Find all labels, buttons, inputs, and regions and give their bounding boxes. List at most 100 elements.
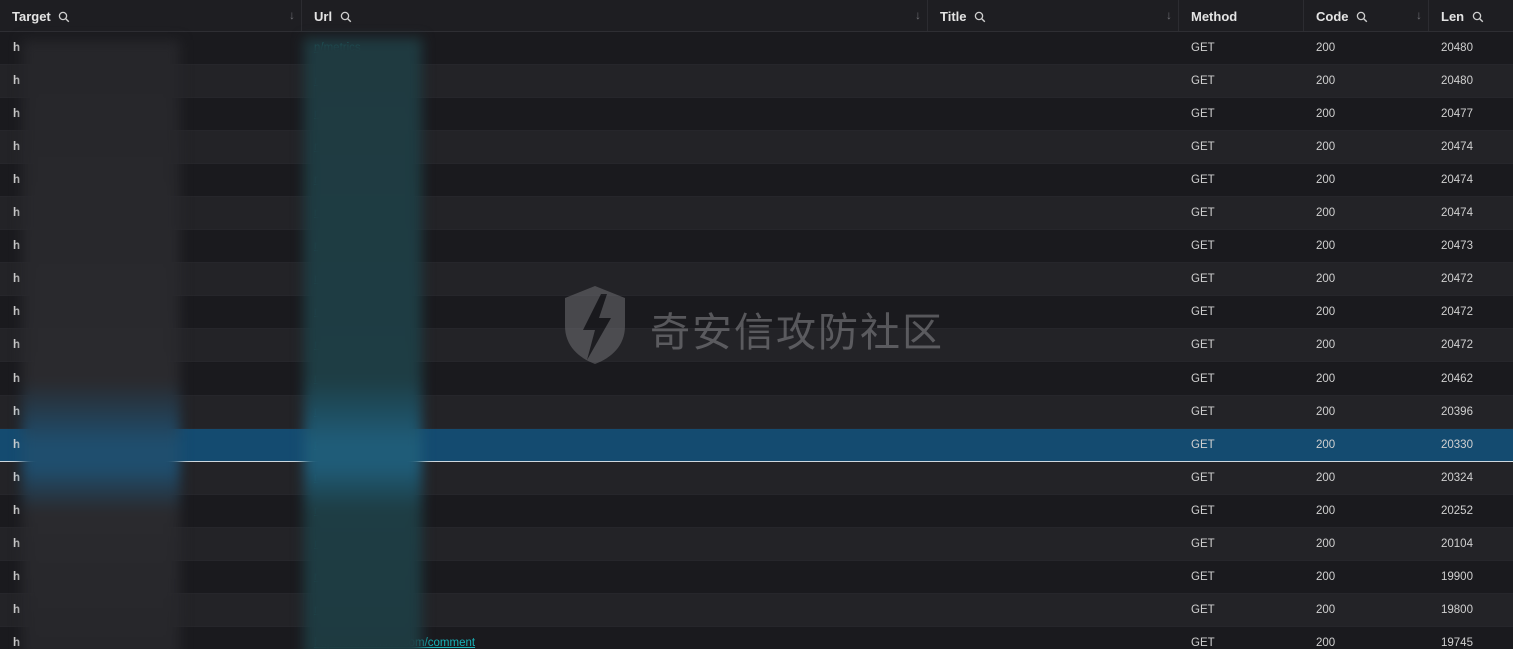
cell-title [940, 561, 1170, 594]
cell-target: h [13, 372, 21, 385]
table-row[interactable]: h n/log GET 200 20330 [0, 428, 1513, 462]
search-icon[interactable] [340, 11, 352, 23]
cell-len: 20472 [1441, 306, 1473, 319]
cell-url: n/simage [314, 363, 914, 396]
cell-target: h [13, 42, 21, 54]
cell-code: 200 [1316, 372, 1336, 385]
search-icon[interactable] [1472, 11, 1484, 23]
search-icon[interactable] [1356, 11, 1368, 23]
table-row[interactable]: h n/prom GET 200 20480 [0, 65, 1513, 99]
table-row[interactable]: h n/upgrade GET 200 20473 [0, 230, 1513, 264]
column-label-url: Url [314, 9, 333, 25]
url-link[interactable]: n/mtv [314, 108, 342, 120]
column-label-len: Len [1441, 9, 1465, 25]
column-header-method[interactable]: Method [1179, 0, 1304, 31]
url-link[interactable]: n/update [314, 406, 359, 418]
cell-target: h [13, 240, 21, 253]
cell-target: h [13, 75, 21, 88]
url-link[interactable]: n/upgrade [314, 240, 366, 252]
sort-arrow-icon[interactable]: ↓ [1166, 0, 1172, 31]
cell-target: h [13, 273, 21, 286]
sort-arrow-icon[interactable]: ↓ [289, 0, 295, 31]
cell-code: 200 [1316, 273, 1336, 286]
cell-target: h [13, 108, 21, 121]
cell-method: GET [1191, 108, 1215, 121]
cell-code: 200 [1316, 207, 1336, 220]
table-row[interactable]: h n/simage GET 200 20462 [0, 362, 1513, 396]
url-link[interactable]: n/simage [314, 373, 361, 385]
table-row[interactable]: h n/appimg GET 200 20474 [0, 131, 1513, 165]
url-link[interactable]: n/registry [314, 538, 361, 550]
cell-len: 19800 [1441, 603, 1473, 616]
cell-url: n/prom [314, 65, 914, 98]
cell-title [940, 363, 1170, 396]
table-row[interactable]: h n/deploy GET 200 20474 [0, 197, 1513, 231]
cell-method: GET [1191, 174, 1215, 187]
results-table: Target ↓ Url ↓ Title ↓ Method Code ↓ Len… [0, 0, 1513, 649]
cell-url: n/mtv [314, 98, 914, 131]
url-link[interactable]: n/social [314, 174, 353, 186]
cell-url: n/update [314, 396, 914, 429]
url-link[interactable]: n/feedback [314, 273, 370, 285]
table-row[interactable]: h n/social GET 200 20474 [0, 164, 1513, 198]
table-row[interactable]: h n/webim GET 200 19900 [0, 560, 1513, 594]
column-header-url[interactable]: Url ↓ [302, 0, 928, 31]
table-row[interactable]: h n/metrics GET 200 20480 [0, 32, 1513, 65]
url-link[interactable]: http://scs.sohucs.com/comment [314, 637, 475, 649]
cell-url: n/passport [314, 594, 914, 627]
url-link[interactable]: n/app [314, 472, 343, 484]
cell-title [940, 197, 1170, 230]
cell-len: 19900 [1441, 570, 1473, 583]
column-header-title[interactable]: Title ↓ [928, 0, 1179, 31]
cell-target: h [13, 537, 21, 550]
table-row[interactable]: h n/app GET 200 20324 [0, 461, 1513, 495]
url-link[interactable]: n/metrics [314, 42, 361, 54]
url-link[interactable]: n/deploy [314, 207, 357, 219]
cell-url: n/app [314, 462, 914, 495]
url-link[interactable]: n/auto [314, 505, 346, 517]
cell-target: h [13, 570, 21, 583]
cell-code: 200 [1316, 504, 1336, 517]
cell-len: 19745 [1441, 636, 1473, 649]
cell-code: 200 [1316, 240, 1336, 253]
cell-target: h [13, 603, 21, 616]
cell-title [940, 495, 1170, 528]
url-link[interactable]: n/freemail [314, 339, 365, 351]
cell-title [940, 32, 1170, 65]
sort-arrow-icon[interactable]: ↓ [915, 0, 921, 31]
cell-title [940, 131, 1170, 164]
table-row[interactable]: h n/update GET 200 20396 [0, 395, 1513, 429]
table-row[interactable]: h n/freemail GET 200 20472 [0, 329, 1513, 363]
search-icon[interactable] [58, 11, 70, 23]
search-icon[interactable] [974, 11, 986, 23]
url-link[interactable]: n/prom [314, 75, 350, 87]
cell-target: h [13, 174, 21, 187]
sort-arrow-icon[interactable]: ↓ [1416, 0, 1422, 31]
column-label-method: Method [1191, 9, 1238, 25]
table-row[interactable]: h n/tracking GET 200 20472 [0, 296, 1513, 330]
column-header-target[interactable]: Target ↓ [0, 0, 302, 31]
cell-title [940, 528, 1170, 561]
table-row[interactable]: h http://scs.sohucs.com/comment GET 200 1974… [0, 626, 1513, 649]
url-link[interactable]: n/tracking [314, 306, 364, 318]
table-row[interactable]: h n/mtv GET 200 20477 [0, 98, 1513, 132]
table-row[interactable]: h n/feedback GET 200 20472 [0, 263, 1513, 297]
cell-len: 20474 [1441, 141, 1473, 154]
cell-code: 200 [1316, 339, 1336, 352]
url-link[interactable]: n/webim [314, 571, 357, 583]
table-row[interactable]: h n/passport GET 200 19800 [0, 593, 1513, 627]
cell-method: GET [1191, 240, 1215, 253]
url-link[interactable]: n/passport [314, 604, 368, 616]
table-row[interactable]: h n/auto GET 200 20252 [0, 494, 1513, 528]
cell-url: http://scs.sohucs.com/comment [314, 627, 914, 649]
cell-target: h [13, 339, 21, 352]
cell-title [940, 396, 1170, 429]
cell-method: GET [1191, 471, 1215, 484]
url-link[interactable]: n/appimg [314, 141, 361, 153]
table-row[interactable]: h n/registry GET 200 20104 [0, 527, 1513, 561]
cell-method: GET [1191, 372, 1215, 385]
column-header-code[interactable]: Code ↓ [1304, 0, 1429, 31]
cell-title [940, 429, 1170, 462]
column-header-len[interactable]: Len [1429, 0, 1513, 31]
url-link[interactable]: n/log [314, 439, 339, 451]
